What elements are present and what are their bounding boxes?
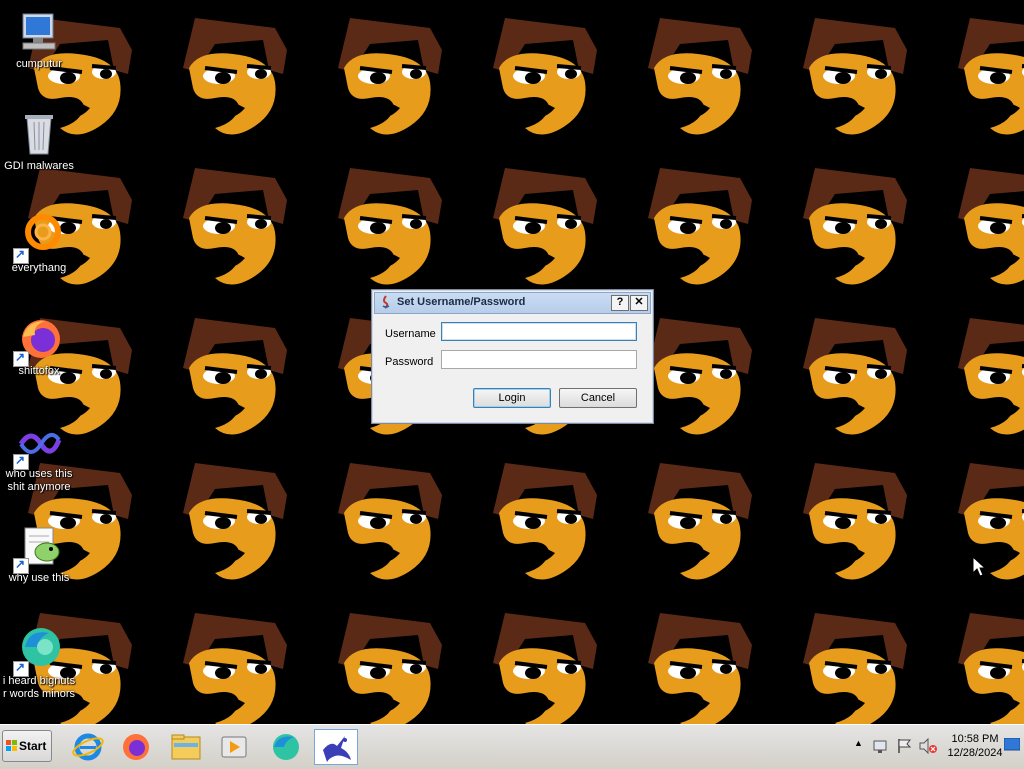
volume-muted-icon[interactable] [918,737,938,755]
everything-search-icon [13,212,63,264]
wallpaper-character-tile [493,18,597,135]
action-center-flag-icon[interactable] [896,737,914,755]
username-label: Username [385,328,436,340]
edge-icon [13,625,63,677]
desktop-icon-edge[interactable]: i heard bignuts r words minors [0,625,78,701]
wallpaper-character-tile [183,463,287,580]
wallpaper-character-tile [338,168,442,285]
set-username-password-dialog: Set Username/Password ? ✕ Username Passw… [371,289,654,424]
wallpaper-character-tile [338,18,442,135]
wallpaper-character-tile [803,318,907,435]
firefox-icon [13,315,63,367]
wallpaper-character-tile [648,613,752,724]
login-button[interactable]: Login [473,388,551,408]
wallpaper-character-tile [958,463,1024,580]
taskbar-internet-explorer[interactable] [66,729,110,765]
shortcut-arrow-icon [13,557,29,574]
clock-date: 12/28/2024 [947,747,1003,759]
desktop-icon-everythang[interactable]: everythang [0,212,78,275]
wallpaper-character-tile [338,463,442,580]
wallpaper-character-tile [803,613,907,724]
recycle-bin-icon [15,110,63,158]
visual-studio-icon [13,418,63,470]
firefox-icon [123,734,149,760]
file-explorer-icon [171,734,201,760]
wallpaper-character-tile [493,168,597,285]
wallpaper-character-tile [958,18,1024,135]
desktop-icon-firefox[interactable]: shittofox [0,315,78,378]
taskbar-media-player[interactable] [212,729,256,765]
taskbar-edge[interactable] [264,729,308,765]
wallpaper-character-tile [803,168,907,285]
taskbar-file-explorer[interactable] [164,729,208,765]
computer-icon [15,8,63,56]
wallpaper-character-tile [958,613,1024,724]
wallpaper-character-tile [493,613,597,724]
start-label: Start [19,739,47,753]
desktop-icon-label: why use this [8,572,70,584]
taskbar: Start ▲ 10:58 PM 12/28/2024 [0,724,1024,769]
username-field[interactable] [441,322,637,341]
wallpaper-character-tile [183,168,287,285]
mouse-cursor-icon [972,556,986,577]
show-hidden-icons-button[interactable]: ▲ [854,738,863,748]
desktop-icon-notepad-plus[interactable]: why use this [0,522,78,585]
shortcut-arrow-icon [13,660,29,677]
desktop-icon-label: cumputur [16,58,62,70]
edge-icon [273,734,299,760]
network-icon[interactable] [872,738,890,756]
start-button[interactable]: Start [2,730,52,762]
cancel-button[interactable]: Cancel [559,388,637,408]
shortcut-arrow-icon [13,247,29,264]
wallpaper-character-tile [803,18,907,135]
dialog-title: Set Username/Password [397,296,526,308]
wallpaper-character-tile [958,318,1024,435]
desktop-icon-label: i heard bignuts r words minors [2,675,76,700]
notepad-plus-plus-icon [13,522,63,574]
wallpaper-character-tile [803,463,907,580]
taskbar-java-app[interactable] [314,729,358,765]
internet-explorer-icon [72,733,104,761]
wallpaper-character-tile [183,613,287,724]
wallpaper-character-tile [183,318,287,435]
java-icon [382,295,390,309]
close-button[interactable]: ✕ [630,295,648,311]
desktop-icon-computer[interactable]: cumputur [0,8,78,71]
java-app-icon [323,736,351,762]
help-button[interactable]: ? [611,295,629,311]
password-label: Password [385,356,434,368]
desktop-icon-recycle-bin[interactable]: GDI malwares [0,110,78,173]
desktop-icon-visual-studio[interactable]: who uses this shit anymore [0,418,78,494]
wallpaper-character-tile [338,613,442,724]
clock[interactable]: 10:58 PM 12/28/2024 [940,732,1010,760]
windows-logo-icon [6,740,17,751]
desktop-icon-label: GDI malwares [4,160,74,172]
wallpaper-character-tile [648,463,752,580]
wallpaper-character-tile [958,168,1024,285]
wallpaper-character-tile [183,18,287,135]
media-player-icon [221,736,247,758]
taskbar-firefox[interactable] [114,729,158,765]
desktop-icon-label: shittofox [18,365,60,377]
wallpaper-character-tile [648,168,752,285]
wallpaper-character-tile [648,318,752,435]
password-field[interactable] [441,350,637,369]
dialog-titlebar[interactable]: Set Username/Password ? ✕ [374,292,651,314]
clock-time: 10:58 PM [951,733,999,745]
wallpaper-character-tile [648,18,752,135]
desktop-icon-label: everythang [11,262,67,274]
desktop-icon-label: who uses this shit anymore [5,468,73,493]
wallpaper-character-tile [493,463,597,580]
show-desktop-icon[interactable] [1004,738,1020,752]
shortcut-arrow-icon [13,350,29,367]
shortcut-arrow-icon [13,453,29,470]
